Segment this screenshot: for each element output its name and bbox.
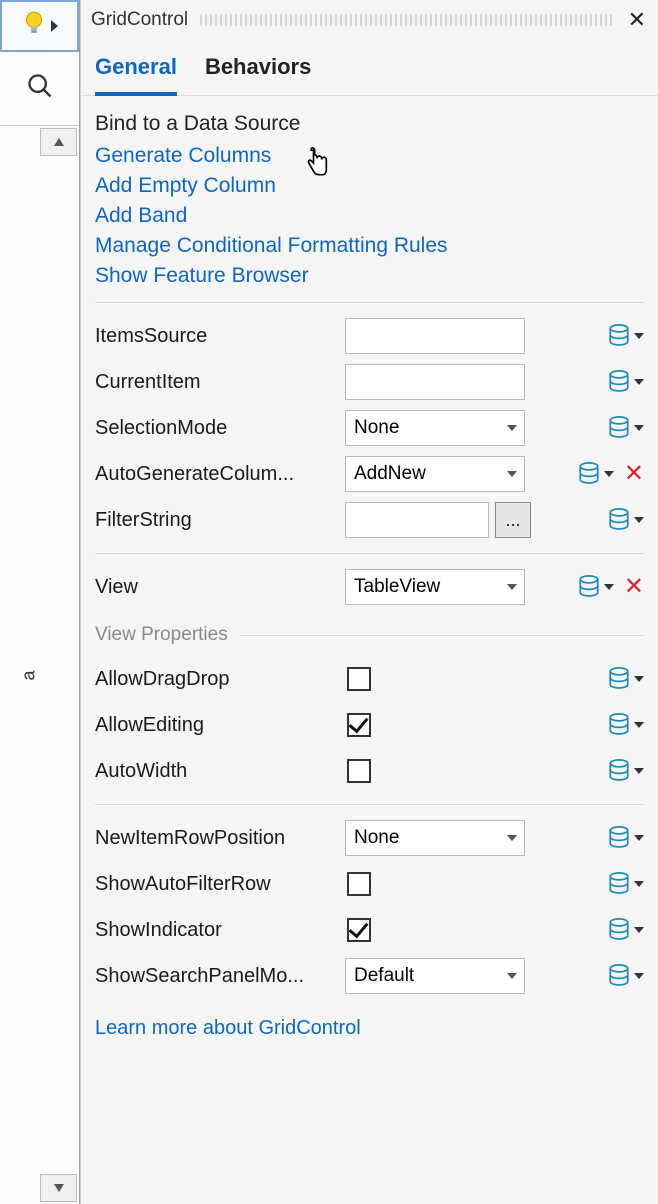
action-generate-columns[interactable]: Generate Columns [95,144,644,168]
prop-show-search-panel-mode: ShowSearchPanelMo... [95,953,644,999]
bind-data-source-heading: Bind to a Data Source [95,112,644,136]
divider [95,302,644,303]
filter-string-ellipsis-button[interactable]: ... [495,502,531,538]
panel-grip[interactable] [200,14,613,26]
binding-icon[interactable] [608,918,644,942]
scroll-down-button[interactable] [40,1174,77,1202]
divider [95,553,644,554]
prop-auto-generate-columns: AutoGenerateColum... ✕ [95,451,644,497]
prop-allow-editing: AllowEditing [95,702,644,748]
panel-content: Bind to a Data Source Generate Columns A… [81,96,658,1204]
selection-mode-select[interactable] [345,410,525,446]
tab-general[interactable]: General [95,54,177,96]
prop-items-source: ItemsSource [95,313,644,359]
scroll-up-button[interactable] [40,128,77,156]
binding-icon[interactable] [608,759,644,783]
show-search-panel-mode-select[interactable] [345,958,525,994]
prop-show-indicator: ShowIndicator [95,907,644,953]
prop-label: AutoGenerateColum... [95,463,339,486]
action-manage-cond-formatting[interactable]: Manage Conditional Formatting Rules [95,234,644,258]
prop-auto-width: AutoWidth [95,748,644,794]
search-icon [26,72,54,106]
binding-icon[interactable] [578,462,614,486]
filter-string-input[interactable] [345,502,489,538]
prop-label: AllowEditing [95,714,339,737]
prop-label: AllowDragDrop [95,668,339,691]
prop-filter-string: FilterString ... [95,497,644,543]
binding-icon[interactable] [608,370,644,394]
reset-icon[interactable]: ✕ [624,575,644,599]
prop-current-item: CurrentItem [95,359,644,405]
tab-strip: General Behaviors [81,40,658,96]
view-properties-heading: View Properties [95,624,644,646]
binding-icon[interactable] [608,964,644,988]
binding-icon[interactable] [608,872,644,896]
current-item-input[interactable] [345,364,525,400]
binding-icon[interactable] [608,324,644,348]
prop-label: SelectionMode [95,417,339,440]
panel-title: GridControl [91,9,188,31]
prop-label: ItemsSource [95,325,339,348]
prop-label: View [95,576,339,599]
prop-label: NewItemRowPosition [95,827,339,850]
prop-label: ShowAutoFilterRow [95,873,339,896]
show-auto-filter-row-checkbox[interactable] [347,872,371,896]
divider [95,804,644,805]
prop-selection-mode: SelectionMode [95,405,644,451]
show-indicator-checkbox[interactable] [347,918,371,942]
prop-allow-drag-drop: AllowDragDrop [95,656,644,702]
designer-left-rail: a [0,0,80,1204]
action-add-band[interactable]: Add Band [95,204,644,228]
new-item-row-position-select[interactable] [345,820,525,856]
allow-editing-checkbox[interactable] [347,713,371,737]
side-link-icon: a [19,670,40,680]
prop-label: ShowIndicator [95,919,339,942]
view-select[interactable] [345,569,525,605]
tab-behaviors[interactable]: Behaviors [205,54,311,95]
items-source-input[interactable] [345,318,525,354]
learn-more-link[interactable]: Learn more about GridControl [95,1017,361,1040]
auto-generate-columns-select[interactable] [345,456,525,492]
search-button[interactable] [0,52,79,126]
side-track: a [0,156,79,1174]
binding-icon[interactable] [608,508,644,532]
binding-icon[interactable] [608,416,644,440]
prop-label: CurrentItem [95,371,339,394]
binding-icon[interactable] [608,713,644,737]
smart-tag-button[interactable] [0,0,79,52]
prop-new-item-row-position: NewItemRowPosition [95,815,644,861]
allow-drag-drop-checkbox[interactable] [347,667,371,691]
prop-label: AutoWidth [95,760,339,783]
panel-titlebar: GridControl ✕ [81,0,658,40]
binding-icon[interactable] [578,575,614,599]
auto-width-checkbox[interactable] [347,759,371,783]
action-add-empty-column[interactable]: Add Empty Column [95,174,644,198]
quick-actions-panel: GridControl ✕ General Behaviors Bind to … [80,0,658,1204]
action-show-feature-browser[interactable]: Show Feature Browser [95,264,644,288]
close-icon[interactable]: ✕ [626,7,648,33]
reset-icon[interactable]: ✕ [624,462,644,486]
expand-arrow-icon [51,20,58,32]
prop-label: FilterString [95,509,339,532]
lightbulb-icon [21,10,47,42]
binding-icon[interactable] [608,826,644,850]
quick-actions-list: Bind to a Data Source Generate Columns A… [95,112,644,288]
prop-label: ShowSearchPanelMo... [95,965,339,988]
prop-show-auto-filter-row: ShowAutoFilterRow [95,861,644,907]
prop-view: View ✕ [95,564,644,610]
binding-icon[interactable] [608,667,644,691]
